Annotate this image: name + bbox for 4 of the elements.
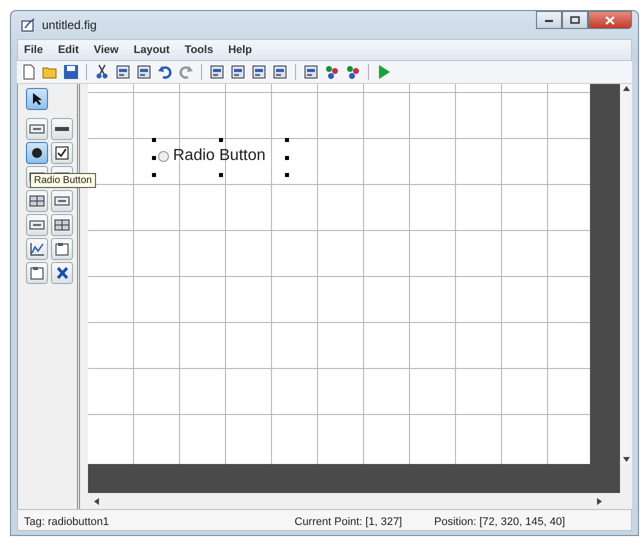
window-title: untitled.fig	[42, 18, 97, 32]
tag-status: Tag: radiobutton1	[24, 516, 110, 528]
position-status: Position: [72, 320, 145, 40]	[434, 516, 565, 528]
current-point-status: Current Point: [1, 327]	[294, 516, 402, 528]
